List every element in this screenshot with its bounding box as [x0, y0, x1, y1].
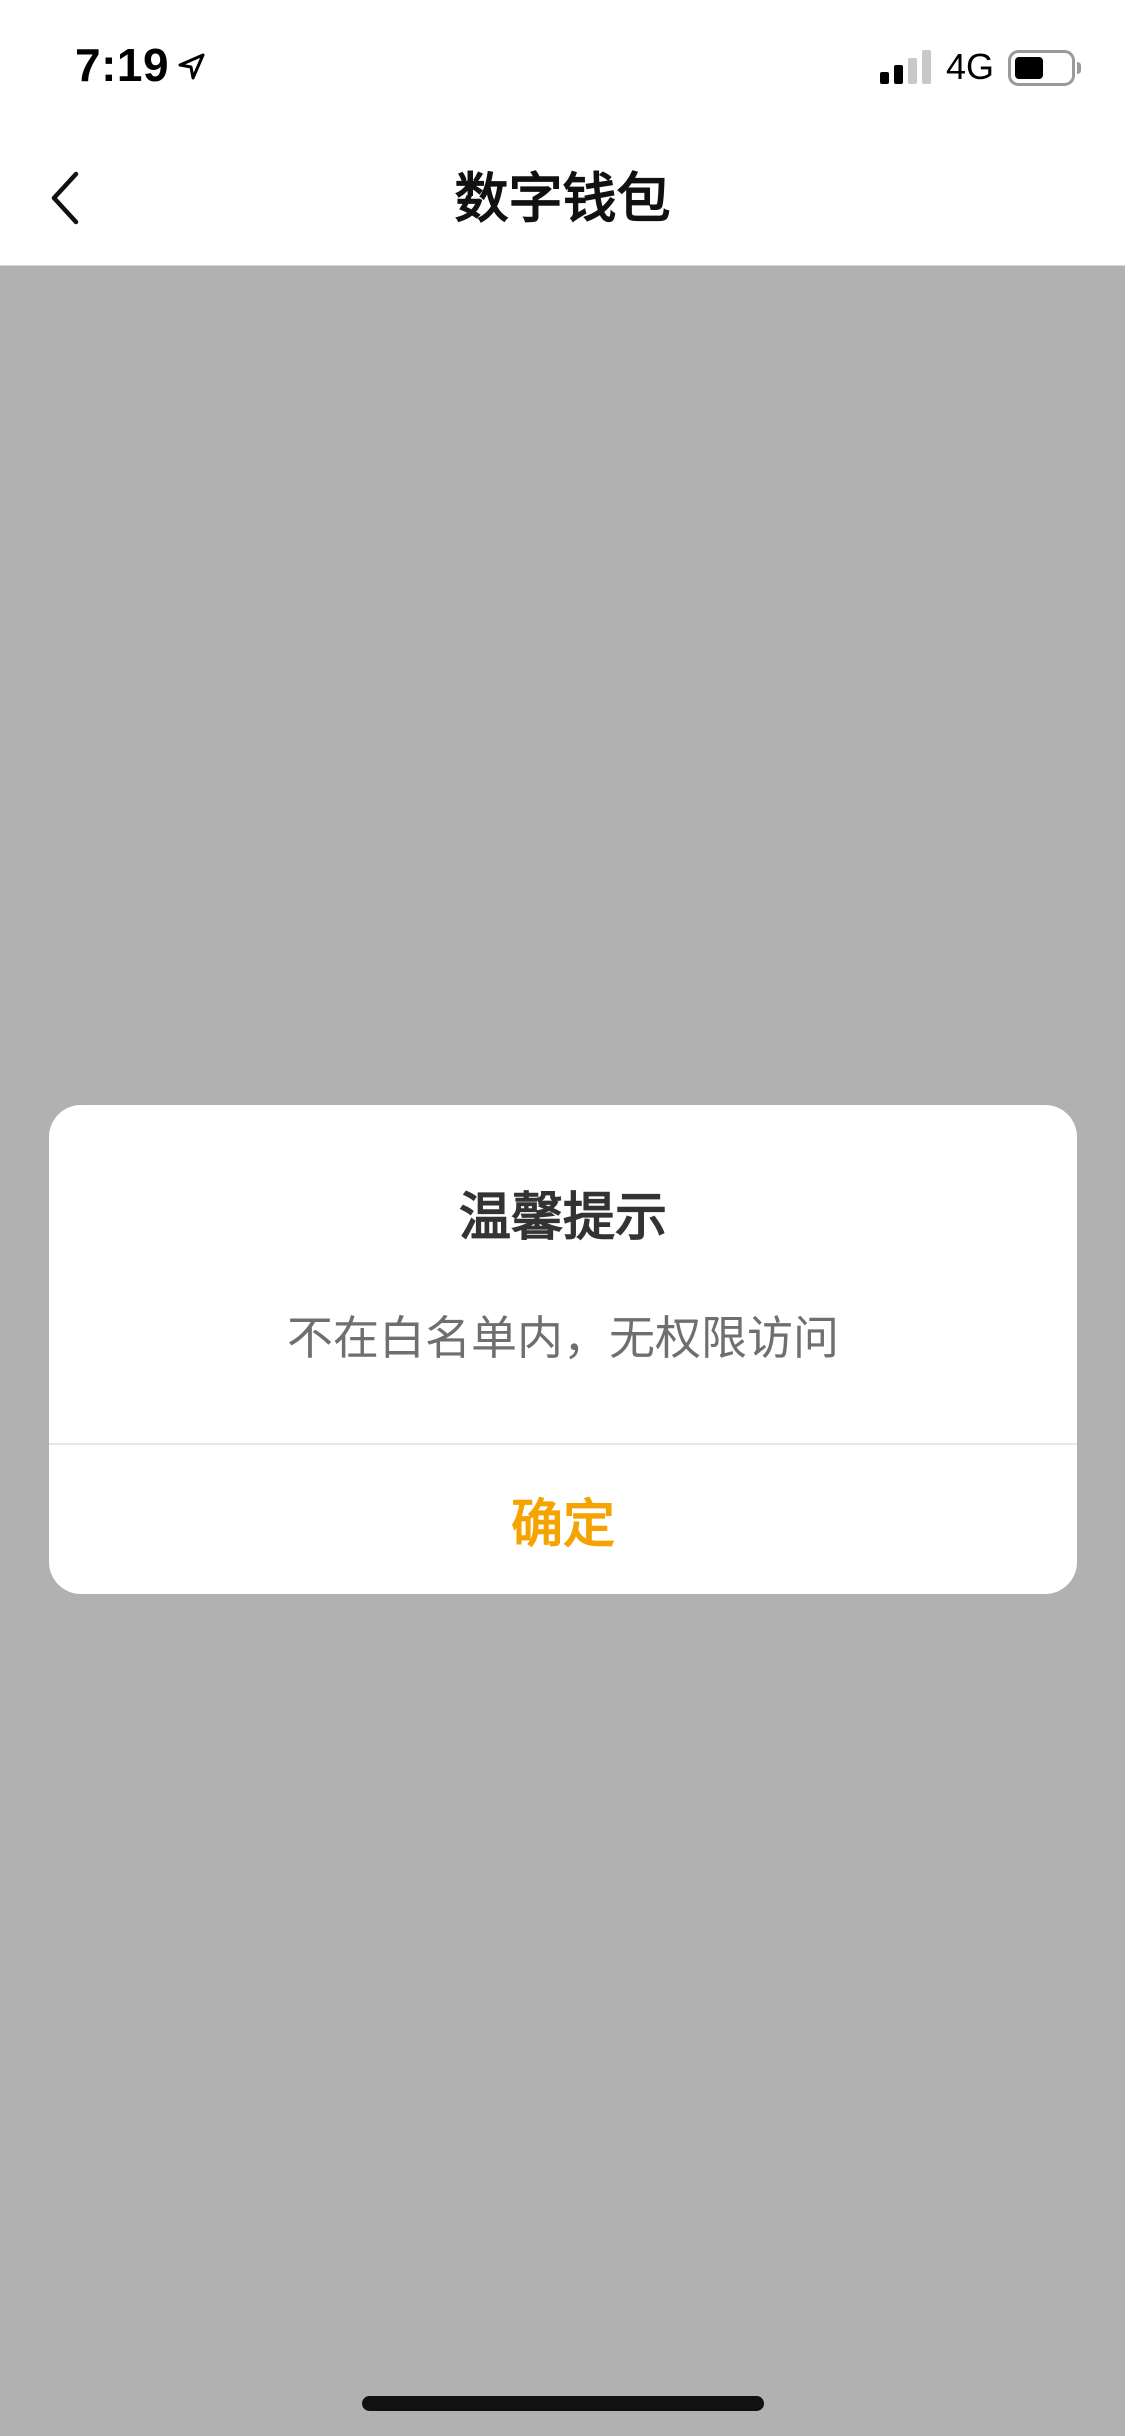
- cellular-signal-icon: [880, 50, 931, 84]
- chevron-left-icon: [51, 171, 79, 225]
- status-time: 7:19: [75, 39, 170, 91]
- alert-dialog: 温馨提示 不在白名单内，无权限访问 确定: [49, 1105, 1077, 1594]
- status-bar: 7:19 4G: [0, 0, 1125, 132]
- confirm-button[interactable]: 确定: [49, 1445, 1077, 1594]
- back-button[interactable]: [30, 158, 100, 238]
- dialog-message: 不在白名单内，无权限访问: [287, 1311, 839, 1365]
- dialog-title: 温馨提示: [458, 1188, 667, 1248]
- page-title: 数字钱包: [454, 167, 671, 230]
- nav-bar: 数字钱包: [0, 132, 1125, 266]
- network-type: 4G: [946, 46, 995, 87]
- battery-icon: [1008, 50, 1081, 86]
- home-indicator[interactable]: [362, 2396, 764, 2411]
- location-arrow-icon: [178, 53, 205, 80]
